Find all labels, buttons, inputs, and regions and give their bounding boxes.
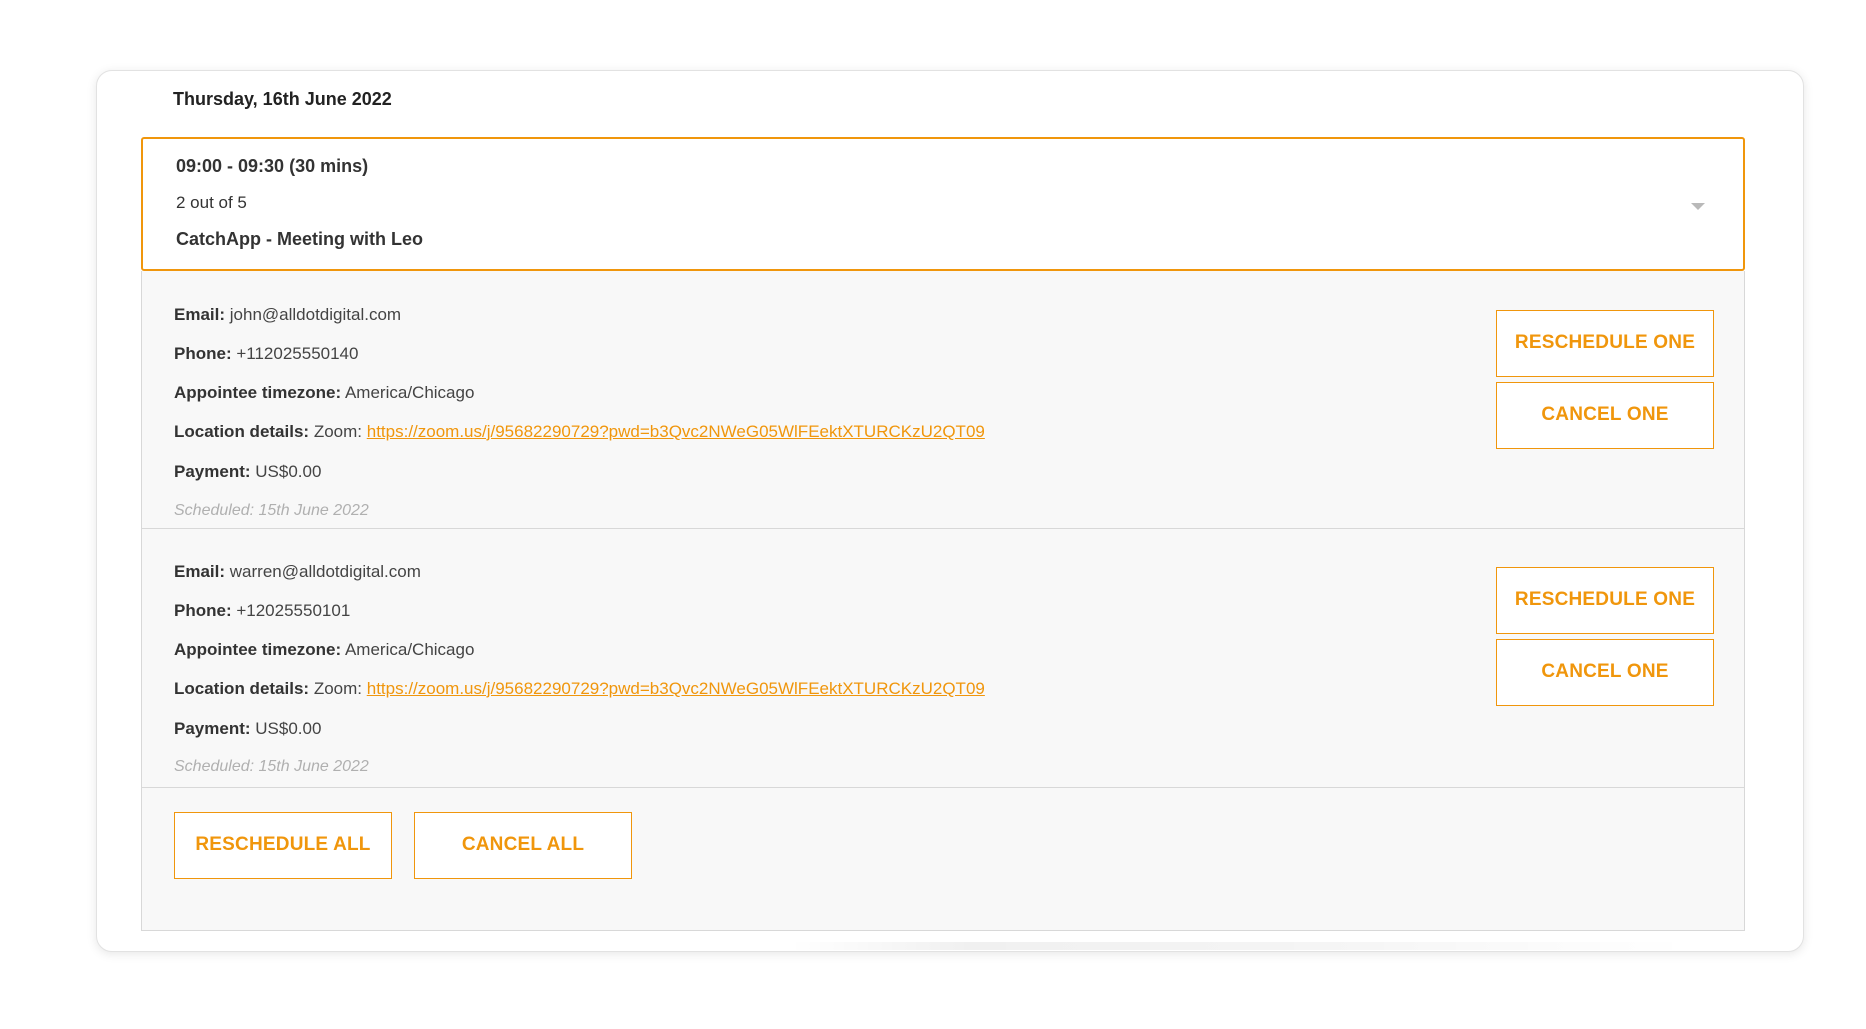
payment-row: Payment: US$0.00 <box>174 462 321 482</box>
meeting-title: CatchApp - Meeting with Leo <box>176 229 423 249</box>
booking-summary[interactable]: 09:00 - 09:30 (30 mins) 2 out of 5 Catch… <box>141 137 1745 271</box>
cancel-one-button[interactable]: CANCEL ONE <box>1496 639 1714 706</box>
scheduled-date: Scheduled: 15th June 2022 <box>174 758 369 775</box>
email-label: Email: <box>174 562 226 581</box>
attendee-entry: Email: warren@alldotdigital.com Phone: +… <box>142 530 1744 788</box>
payment-value: US$0.00 <box>255 719 322 738</box>
time-range: 09:00 - 09:30 (30 mins) <box>176 156 369 176</box>
date-heading: Thursday, 16th June 2022 <box>173 89 392 109</box>
location-label: Location details: <box>174 422 310 441</box>
scheduled-date: Scheduled: 15th June 2022 <box>174 502 369 519</box>
card-shadow <box>790 942 1690 950</box>
phone-value: +112025550140 <box>236 344 359 363</box>
payment-label: Payment: <box>174 719 251 738</box>
location-row: Location details: Zoom: https://zoom.us/… <box>174 679 985 699</box>
email-row: Email: john@alldotdigital.com <box>174 305 401 325</box>
cancel-all-button[interactable]: CANCEL ALL <box>414 812 632 879</box>
location-row: Location details: Zoom: https://zoom.us/… <box>174 422 985 442</box>
phone-label: Phone: <box>174 601 232 620</box>
payment-value: US$0.00 <box>255 462 322 481</box>
attendee-count: 2 out of 5 <box>176 193 247 212</box>
email-label: Email: <box>174 305 226 324</box>
timezone-row: Appointee timezone: America/Chicago <box>174 640 474 660</box>
timezone-label: Appointee timezone: <box>174 640 342 659</box>
timezone-row: Appointee timezone: America/Chicago <box>174 383 474 403</box>
payment-label: Payment: <box>174 462 251 481</box>
cancel-one-button[interactable]: CANCEL ONE <box>1496 382 1714 449</box>
reschedule-one-button[interactable]: RESCHEDULE ONE <box>1496 567 1714 634</box>
zoom-link[interactable]: https://zoom.us/j/95682290729?pwd=b3Qvc2… <box>367 679 985 698</box>
location-label: Location details: <box>174 679 310 698</box>
payment-row: Payment: US$0.00 <box>174 719 321 739</box>
timezone-value: America/Chicago <box>344 383 475 402</box>
bulk-actions: RESCHEDULE ALL CANCEL ALL <box>142 789 1744 929</box>
timezone-label: Appointee timezone: <box>174 383 342 402</box>
zoom-link[interactable]: https://zoom.us/j/95682290729?pwd=b3Qvc2… <box>367 422 985 441</box>
phone-label: Phone: <box>174 344 232 363</box>
email-value: john@alldotdigital.com <box>229 305 402 324</box>
chevron-down-icon[interactable] <box>1691 203 1705 210</box>
attendee-entry: Email: john@alldotdigital.com Phone: +11… <box>142 271 1744 529</box>
phone-row: Phone: +12025550101 <box>174 601 350 621</box>
email-row: Email: warren@alldotdigital.com <box>174 562 421 582</box>
location-prefix: Zoom: <box>313 679 362 698</box>
reschedule-all-button[interactable]: RESCHEDULE ALL <box>174 812 392 879</box>
reschedule-one-button[interactable]: RESCHEDULE ONE <box>1496 310 1714 377</box>
email-value: warren@alldotdigital.com <box>229 562 421 581</box>
timezone-value: America/Chicago <box>344 640 475 659</box>
location-prefix: Zoom: <box>313 422 362 441</box>
phone-row: Phone: +112025550140 <box>174 344 358 364</box>
attendee-details-panel: Email: john@alldotdigital.com Phone: +11… <box>141 271 1745 931</box>
phone-value: +12025550101 <box>236 601 351 620</box>
